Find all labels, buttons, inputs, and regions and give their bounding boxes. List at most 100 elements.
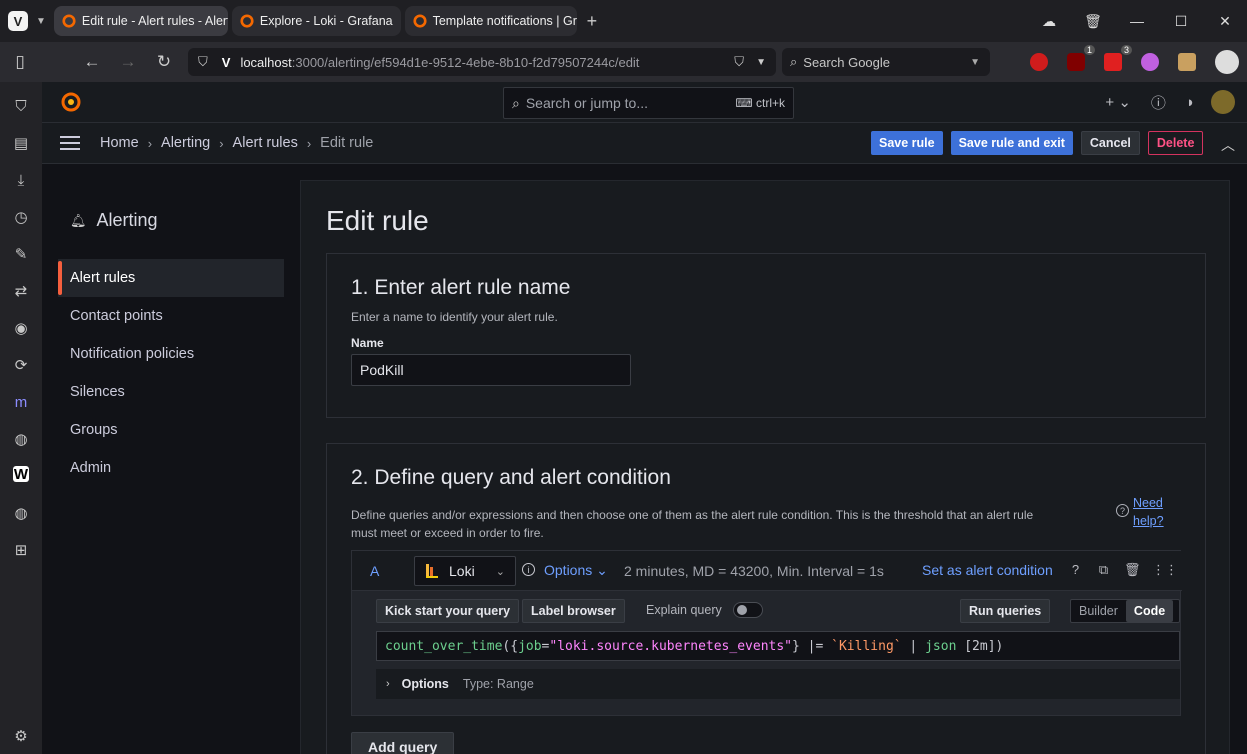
expr-pipe: | [901, 638, 926, 654]
extension-gem-icon[interactable] [1141, 53, 1159, 71]
reader-icon[interactable]: ◉ [11, 318, 31, 338]
nav-item-groups[interactable]: Groups [58, 411, 284, 449]
datasource-picker[interactable]: Loki ⌄ [414, 556, 516, 586]
browser-tab-template[interactable]: Template notifications | Gra [404, 6, 577, 36]
url-host: localhost [240, 54, 292, 70]
delete-query-icon[interactable]: 🗑︎ [1124, 562, 1141, 577]
reading-list-icon[interactable]: ▤ [11, 133, 31, 153]
cancel-button[interactable]: Cancel [1080, 131, 1140, 155]
need-help-link[interactable]: Need help? [1133, 494, 1164, 530]
query-options-summary: 2 minutes, MD = 43200, Min. Interval = 1… [624, 563, 884, 579]
url-field[interactable]: ⛉ V localhost:3000/alerting/ef594d1e-951… [188, 48, 776, 76]
extension-red-icon[interactable] [1030, 53, 1048, 71]
maximize-icon[interactable]: ☐ [1159, 13, 1203, 30]
query-options-link[interactable]: Options ⌄ [544, 562, 608, 579]
close-icon[interactable]: ✕ [1203, 13, 1247, 30]
web-search-field[interactable]: ⌕ Search Google ▼ [782, 48, 990, 76]
grafana-logo-icon[interactable] [60, 91, 82, 113]
grafana-search-input[interactable]: ⌕ Search or jump to... ⌨ ctrl+k [503, 87, 794, 119]
ublock-icon[interactable]: 1 [1067, 45, 1095, 71]
mode-code[interactable]: Code [1125, 600, 1174, 622]
new-tab-plus-icon[interactable]: + [587, 11, 598, 32]
tab-title: Edit rule - Alert rules - Alert [81, 14, 228, 28]
query-editor-A: A Loki ⌄ i Options ⌄ 2 minutes, MD = 432… [351, 550, 1182, 716]
back-icon[interactable]: ← [74, 52, 110, 72]
globe-icon[interactable]: ◍ [11, 429, 31, 449]
bookmark-icon[interactable]: ⛉ [734, 54, 744, 70]
logql-code-editor[interactable]: count_over_time({job = "loki.source.kubern… [376, 631, 1180, 661]
settings-gear-icon[interactable]: ⚙ [11, 726, 31, 746]
chevron-up-icon[interactable]: ︿ [1221, 135, 1235, 155]
breadcrumb-alert-rules[interactable]: Alert rules [233, 135, 298, 151]
kick-start-button[interactable]: Kick start your query [376, 599, 520, 623]
wikipedia-icon[interactable]: W [13, 466, 29, 483]
drag-handle-icon[interactable]: ⋮⋮ [1152, 562, 1178, 577]
rule-name-input[interactable]: PodKill [351, 354, 631, 386]
cloud-sync-icon[interactable]: ☁ [1027, 13, 1071, 30]
forward-icon[interactable]: → [110, 52, 146, 72]
breadcrumb-home[interactable]: Home [100, 135, 139, 151]
extension-chat-icon[interactable]: 3 [1104, 45, 1132, 71]
nav-item-silences[interactable]: Silences [58, 373, 284, 411]
help-icon[interactable]: ? [1068, 562, 1083, 577]
add-query-button[interactable]: Add query [351, 732, 455, 754]
bookmarks-panel-icon[interactable]: ⛉ [11, 96, 31, 116]
run-queries-button[interactable]: Run queries [960, 599, 1051, 623]
new-plus-icon[interactable]: + ⌄ [1105, 93, 1131, 111]
delete-button[interactable]: Delete [1147, 131, 1204, 155]
query-ref-id[interactable]: A [370, 563, 379, 579]
nav-item-admin[interactable]: Admin [58, 449, 284, 487]
translate-icon[interactable]: ⇄ [11, 281, 31, 301]
reload-icon[interactable]: ↻ [146, 52, 182, 72]
sync-icon[interactable]: ⟳ [11, 355, 31, 375]
breadcrumb-alerting[interactable]: Alerting [161, 135, 210, 151]
expr-open: ({ [502, 638, 519, 654]
vivaldi-menu-icon[interactable]: V [8, 11, 28, 31]
search-shortcut-text: ctrl+k [755, 96, 785, 110]
grafana-favicon-icon [62, 14, 76, 28]
editor-mode-switch: Builder Code [1070, 599, 1180, 623]
expr-parser: json [925, 638, 957, 654]
help-circle-icon: ? [1116, 504, 1129, 517]
save-rule-exit-button[interactable]: Save rule and exit [950, 131, 1073, 155]
news-rss-icon[interactable]: ◗ [1186, 94, 1195, 111]
panel-toggle-icon[interactable]: ▯ [2, 52, 38, 72]
name-label: Name [351, 336, 384, 350]
history-icon[interactable]: ◷ [11, 207, 31, 227]
browser-side-panel: ⛉ ▤ ⤓ ◷ ✎ ⇄ ◉ ⟳ m ◍ W ◍ ⊞ ⚙ [0, 82, 42, 754]
menu-hamburger-icon[interactable] [60, 136, 80, 150]
browser-tab-explore[interactable]: Explore - Loki - Grafana [231, 6, 401, 36]
nav-item-contact-points[interactable]: Contact points [58, 297, 284, 335]
set-alert-condition-button[interactable]: Set as alert condition [922, 562, 1053, 578]
profile-icon[interactable] [1215, 50, 1239, 74]
trash-icon[interactable]: 🗑 [1071, 13, 1115, 30]
globe-icon[interactable]: ◍ [11, 503, 31, 523]
duplicate-icon[interactable]: ⧉ [1096, 562, 1111, 577]
shield-icon[interactable]: ⛉ [198, 54, 208, 70]
step1-card: 1. Enter alert rule name Enter a name to… [326, 253, 1206, 418]
topbar-actions: + ⌄ ⓘ ◗ [1095, 82, 1247, 122]
downloads-icon[interactable]: ⤓ [11, 170, 31, 190]
avatar[interactable] [1211, 90, 1235, 114]
nav-item-notification-policies[interactable]: Notification policies [58, 335, 284, 373]
explain-query-toggle[interactable] [733, 602, 763, 618]
browser-tab-edit-rule[interactable]: Edit rule - Alert rules - Alert [53, 6, 228, 36]
minimize-icon[interactable]: — [1115, 13, 1159, 29]
mode-builder[interactable]: Builder [1071, 600, 1126, 622]
nav-item-alert-rules[interactable]: Alert rules [58, 259, 284, 297]
help-icon[interactable]: ⓘ [1151, 92, 1166, 113]
breadcrumb: Home › Alerting › Alert rules › Edit rul… [100, 135, 373, 151]
url-dropdown-icon[interactable]: ▼ [756, 57, 766, 68]
query-options-row[interactable]: › Options Type: Range [376, 669, 1180, 699]
tab-menu-chevron-icon[interactable]: ▼ [36, 16, 46, 27]
add-panel-icon[interactable]: ⊞ [11, 540, 31, 560]
label-browser-button[interactable]: Label browser [522, 599, 625, 623]
notes-icon[interactable]: ✎ [11, 244, 31, 264]
search-engine-dropdown-icon[interactable]: ▼ [970, 57, 980, 68]
search-icon: ⌕ [790, 54, 798, 69]
need-help-line2: help? [1133, 514, 1164, 528]
save-rule-button[interactable]: Save rule [871, 131, 943, 155]
extension-bell-icon[interactable] [1178, 53, 1196, 71]
mastodon-icon[interactable]: m [11, 392, 31, 412]
rule-actions: Save rule Save rule and exit Cancel Dele… [871, 131, 1211, 155]
